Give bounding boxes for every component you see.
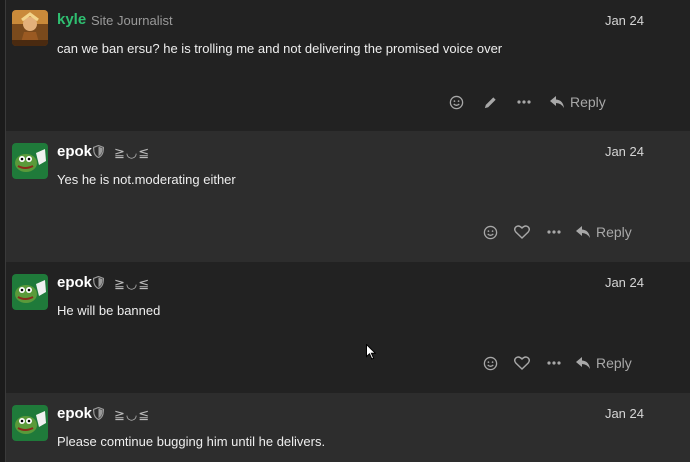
reply-icon (576, 226, 590, 238)
post-actions: Reply (478, 351, 644, 375)
post-date[interactable]: Jan 24 (605, 144, 644, 159)
mouse-cursor-icon (366, 343, 377, 365)
post-epok-2: epok ≧◡≦ Jan 24 He will be banned Reply (6, 262, 690, 393)
reply-button[interactable]: Reply (550, 90, 606, 114)
post-date[interactable]: Jan 24 (605, 275, 644, 290)
post-epok-1: epok ≧◡≦ Jan 24 Yes he is not.moderating… (6, 131, 690, 262)
avatar-epok[interactable] (12, 405, 48, 441)
avatar-kyle[interactable] (12, 10, 48, 46)
avatar-epok[interactable] (12, 143, 48, 179)
post-body: He will be banned (57, 303, 161, 318)
username[interactable]: kyle (57, 11, 86, 28)
username[interactable]: epok (57, 405, 92, 422)
post-body: Please comtinue bugging him until he del… (57, 434, 326, 449)
post-epok-3: epok ≧◡≦ Jan 24 Please comtinue bugging … (6, 393, 690, 462)
user-flair: ≧◡≦ (114, 276, 151, 291)
user-title: Site Journalist (91, 13, 173, 28)
reply-button[interactable]: Reply (576, 220, 632, 244)
post-actions: Reply (444, 90, 644, 114)
post-actions: Reply (478, 220, 644, 244)
reply-label: Reply (570, 94, 606, 110)
heart-icon[interactable] (510, 220, 534, 244)
post-body: can we ban ersu? he is trolling me and n… (57, 41, 503, 56)
smile-icon[interactable] (478, 351, 502, 375)
post-body: Yes he is not.moderating either (57, 172, 236, 187)
more-icon[interactable] (512, 90, 536, 114)
reply-label: Reply (596, 224, 632, 240)
post-kyle: kyle Site Journalist Jan 24 can we ban e… (6, 0, 690, 131)
username[interactable]: epok (57, 274, 92, 291)
more-icon[interactable] (542, 220, 566, 244)
avatar-epok[interactable] (12, 274, 48, 310)
more-icon[interactable] (542, 351, 566, 375)
reply-icon (576, 357, 590, 369)
reply-label: Reply (596, 355, 632, 371)
username[interactable]: epok (57, 143, 92, 160)
post-date[interactable]: Jan 24 (605, 13, 644, 28)
edit-icon[interactable] (478, 90, 502, 114)
user-flair: ≧◡≦ (114, 407, 151, 422)
moderator-shield-icon (92, 144, 105, 163)
heart-icon[interactable] (510, 351, 534, 375)
post-date[interactable]: Jan 24 (605, 406, 644, 421)
smile-icon[interactable] (444, 90, 468, 114)
reply-button[interactable]: Reply (576, 351, 632, 375)
reply-icon (550, 96, 564, 108)
moderator-shield-icon (92, 275, 105, 294)
user-flair: ≧◡≦ (114, 145, 151, 160)
moderator-shield-icon (92, 406, 105, 425)
smile-icon[interactable] (478, 220, 502, 244)
